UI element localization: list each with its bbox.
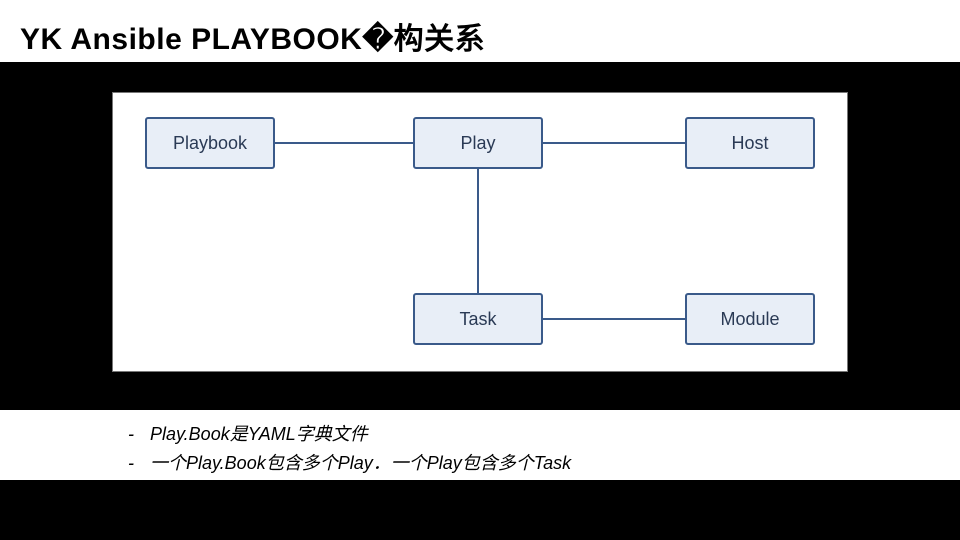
bullet: - <box>128 420 150 449</box>
edge-play-host <box>543 142 685 144</box>
edge-play-task <box>477 169 479 293</box>
node-host: Host <box>685 117 815 169</box>
note-line-2: - 一个Play.Book包含多个Play．一个Play包含多个Task <box>128 449 571 478</box>
notes: - Play.Book是YAML字典文件 - 一个Play.Book包含多个Pl… <box>128 420 571 478</box>
diagram-container: Playbook Play Host Task Module <box>112 92 848 372</box>
node-playbook: Playbook <box>145 117 275 169</box>
node-task: Task <box>413 293 543 345</box>
bullet: - <box>128 449 150 478</box>
page-title: YK Ansible PLAYBOOK�构关系 <box>20 14 485 58</box>
node-label: Playbook <box>173 133 247 154</box>
note-text: 一个Play.Book包含多个Play．一个Play包含多个Task <box>150 449 571 478</box>
note-line-1: - Play.Book是YAML字典文件 <box>128 420 571 449</box>
edge-playbook-play <box>275 142 413 144</box>
edge-task-module <box>543 318 685 320</box>
node-label: Host <box>731 133 768 154</box>
note-text: Play.Book是YAML字典文件 <box>150 420 368 449</box>
diagram: Playbook Play Host Task Module <box>113 93 847 371</box>
node-module: Module <box>685 293 815 345</box>
slide: YK Ansible PLAYBOOK�构关系 Playbook Play Ho… <box>0 0 960 540</box>
node-label: Play <box>460 133 495 154</box>
node-label: Module <box>720 309 779 330</box>
node-label: Task <box>459 309 496 330</box>
node-play: Play <box>413 117 543 169</box>
